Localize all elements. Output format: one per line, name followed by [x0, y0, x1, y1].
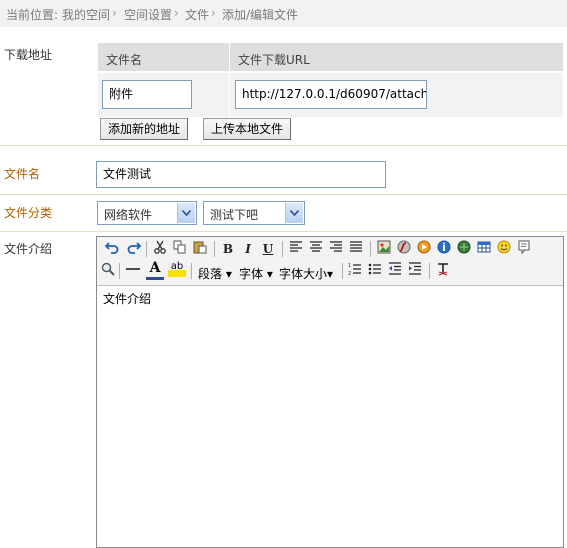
attachment-url-input[interactable]: http://127.0.0.1/d60907/attachme — [235, 80, 427, 109]
format-dropdown[interactable]: 段落 ▾ — [198, 265, 232, 282]
category-primary-select[interactable]: 网络软件 — [97, 201, 197, 225]
indent-icon[interactable] — [406, 262, 424, 280]
divider — [0, 231, 567, 232]
align-left-icon[interactable] — [287, 240, 305, 258]
breadcrumb: 当前位置: 我的空间 › 空间设置 › 文件 › 添加/编辑文件 — [0, 0, 567, 27]
font-dropdown-label: 字体 — [239, 267, 264, 281]
divider — [0, 145, 567, 146]
font-size-dropdown-label: 字体大小 — [279, 267, 328, 281]
media-icon[interactable] — [415, 240, 433, 258]
toolbar-separator — [191, 263, 192, 279]
link-icon[interactable] — [455, 240, 473, 258]
file-category-label: 文件分类 — [4, 206, 53, 220]
emoticon-icon[interactable] — [495, 240, 513, 258]
copy-icon[interactable] — [171, 240, 189, 258]
bold-icon[interactable]: B — [219, 240, 237, 258]
table-icon[interactable] — [475, 240, 493, 258]
font-size-dropdown[interactable]: 字体大小▾ — [279, 265, 333, 282]
toolbar-separator — [146, 241, 147, 257]
toolbar-separator — [119, 263, 120, 279]
col-url-label: 文件下载URL — [238, 53, 310, 67]
font-dropdown[interactable]: 字体 ▾ — [239, 265, 273, 282]
chevron-down-icon[interactable] — [285, 203, 303, 223]
cut-icon[interactable] — [151, 240, 169, 258]
divider — [0, 194, 567, 195]
file-intro-label: 文件介绍 — [4, 242, 53, 256]
toolbar-separator — [429, 263, 430, 279]
align-justify-icon[interactable] — [347, 240, 365, 258]
underline-icon[interactable]: U — [259, 240, 277, 258]
search-icon[interactable] — [99, 262, 117, 280]
toolbar-separator — [370, 241, 371, 257]
caret-down-icon: ▾ — [327, 267, 334, 281]
breadcrumb-my-space[interactable]: 我的空间 — [62, 6, 110, 23]
breadcrumb-separator: › — [174, 6, 179, 20]
editor-content[interactable]: 文件介绍 — [103, 290, 151, 307]
align-right-icon[interactable] — [327, 240, 345, 258]
format-dropdown-label: 段落 — [198, 267, 223, 281]
toolbar-separator — [342, 263, 343, 279]
highlight-icon[interactable]: ab — [168, 260, 186, 277]
italic-icon[interactable]: I — [239, 240, 257, 258]
category-secondary-select[interactable]: 测试下吧 — [203, 201, 305, 225]
image-icon[interactable] — [375, 240, 393, 258]
rich-text-editor: B I U A ab 段落 ▾ 字体 ▾ 字体大小▾ 1 2 文件介绍 — [96, 236, 564, 548]
unordered-list-icon[interactable] — [366, 262, 384, 280]
editor-toolbar: B I U A ab 段落 ▾ 字体 ▾ 字体大小▾ 1 2 — [97, 237, 563, 286]
flash-icon[interactable] — [395, 240, 413, 258]
download-address-label: 下载地址 — [4, 48, 53, 62]
chevron-down-icon[interactable] — [177, 203, 195, 223]
toolbar-separator — [214, 241, 215, 257]
breadcrumb-prefix: 当前位置: — [6, 8, 59, 22]
ordered-list-icon[interactable]: 12 — [346, 262, 364, 280]
breadcrumb-current: 添加/编辑文件 — [222, 8, 299, 22]
caret-down-icon: ▾ — [225, 267, 232, 281]
col-name-label: 文件名 — [106, 53, 143, 67]
breadcrumb-files[interactable]: 文件 — [185, 6, 209, 23]
quote-icon[interactable] — [515, 240, 533, 258]
breadcrumb-space-settings[interactable]: 空间设置 — [124, 6, 172, 23]
horizontal-rule-icon[interactable] — [124, 262, 142, 280]
category-primary-value: 网络软件 — [104, 208, 153, 222]
outdent-icon[interactable] — [386, 262, 404, 280]
font-color-icon[interactable]: A — [146, 260, 164, 280]
paste-icon[interactable] — [191, 240, 209, 258]
add-new-address-button[interactable]: 添加新的地址 — [100, 118, 188, 140]
toolbar-separator — [282, 241, 283, 257]
download-table-header-name: 文件名 — [98, 43, 229, 71]
download-table-header-url: 文件下载URL — [230, 43, 563, 71]
breadcrumb-separator: › — [112, 6, 117, 20]
remove-format-icon[interactable] — [434, 262, 452, 280]
svg-text:1: 1 — [348, 263, 351, 269]
info-icon[interactable] — [435, 240, 453, 258]
svg-text:2: 2 — [348, 271, 351, 276]
breadcrumb-separator: › — [211, 6, 216, 20]
caret-down-icon: ▾ — [266, 267, 273, 281]
align-center-icon[interactable] — [307, 240, 325, 258]
upload-local-file-button[interactable]: 上传本地文件 — [203, 118, 291, 140]
file-name-label: 文件名 — [4, 167, 41, 181]
undo-icon[interactable] — [103, 240, 121, 258]
file-name-input[interactable]: 文件测试 — [96, 161, 386, 188]
attachment-name-input[interactable]: 附件 — [102, 80, 192, 109]
category-secondary-value: 测试下吧 — [210, 208, 259, 222]
redo-icon[interactable] — [125, 240, 143, 258]
